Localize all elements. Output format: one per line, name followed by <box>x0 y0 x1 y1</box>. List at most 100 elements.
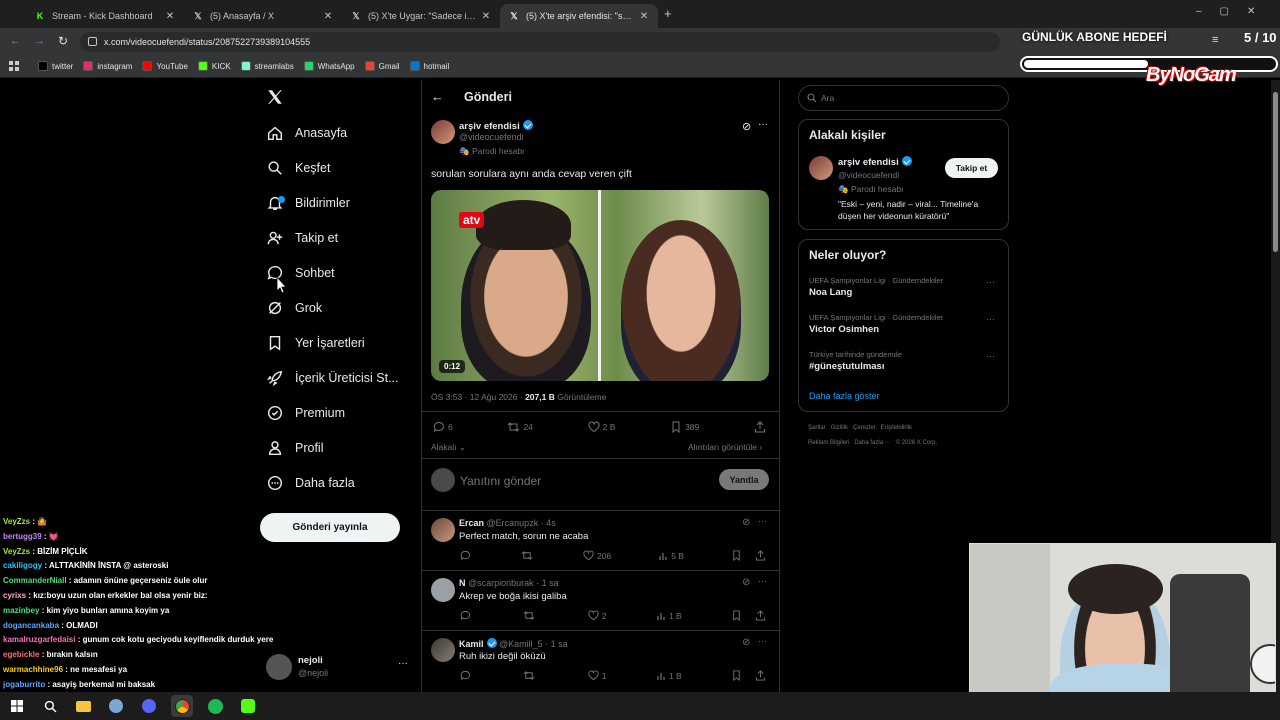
repost-icon[interactable] <box>523 670 538 681</box>
views-button[interactable]: 5 B <box>658 551 684 561</box>
like-button[interactable]: 2 B <box>588 421 615 433</box>
forward-icon[interactable]: → <box>34 35 45 47</box>
trend-item[interactable]: #güneştutulması <box>809 361 885 372</box>
grok-icon[interactable]: ⊘ <box>742 577 750 588</box>
more-icon[interactable]: ··· <box>758 516 767 526</box>
share-icon[interactable] <box>755 610 766 621</box>
bookmark-button[interactable]: 389 <box>670 421 699 433</box>
close-icon[interactable]: ✕ <box>322 11 334 22</box>
reply-author[interactable]: Ercan @Ercanupzk · 4s <box>459 518 556 528</box>
chat-username[interactable]: kamalruzgarfedaisi <box>3 635 75 644</box>
new-tab-button[interactable]: + <box>664 6 672 21</box>
chat-username[interactable]: warmachhine96 <box>3 665 63 674</box>
spotify-icon[interactable] <box>204 695 226 717</box>
reply-icon[interactable] <box>460 550 474 561</box>
nav-item-profile[interactable]: Profil <box>266 433 323 463</box>
more-icon[interactable]: ··· <box>986 277 995 287</box>
nav-item-grok[interactable]: Grok <box>266 293 322 323</box>
chat-username[interactable]: cyrixs <box>3 591 26 600</box>
relevant-handle[interactable]: @videocuefendi <box>838 170 899 180</box>
views-button[interactable]: 1 B <box>656 611 682 621</box>
avatar[interactable] <box>266 654 292 680</box>
repost-icon[interactable] <box>523 610 538 621</box>
close-icon[interactable]: ✕ <box>480 11 492 22</box>
grok-icon[interactable]: ⊘ <box>742 120 751 133</box>
nav-item-follow[interactable]: Takip et <box>266 223 338 253</box>
relevant-name[interactable]: arşiv efendisi <box>838 156 912 168</box>
chat-username[interactable]: CommanderNiall <box>3 576 67 585</box>
bookmark-item[interactable]: WhatsApp <box>303 61 355 71</box>
view-quotes-link[interactable]: Alıntıları görüntüle › <box>688 442 762 452</box>
follow-button[interactable]: Takip et <box>945 158 998 178</box>
reply-submit-button[interactable]: Yanıtla <box>719 469 769 490</box>
reply-icon[interactable] <box>460 670 474 681</box>
chat-username[interactable]: egebickle <box>3 650 39 659</box>
chrome-icon[interactable] <box>171 695 193 717</box>
nav-item-premium[interactable]: Premium <box>266 398 345 428</box>
nav-item-home[interactable]: Anasayfa <box>266 118 347 148</box>
avatar[interactable] <box>431 638 455 662</box>
chat-username[interactable]: dogancankaba <box>3 621 59 630</box>
avatar[interactable] <box>431 578 455 602</box>
search-input[interactable]: Ara <box>798 85 1009 111</box>
more-icon[interactable]: ··· <box>986 314 995 324</box>
bookmark-item[interactable]: KICK <box>197 61 231 71</box>
trend-item[interactable]: Noa Lang <box>809 287 852 298</box>
address-bar[interactable]: x.com/videocuefendi/status/2087522739389… <box>80 32 1000 52</box>
file-explorer-icon[interactable] <box>72 695 94 717</box>
x-logo-icon[interactable] <box>266 88 284 106</box>
footer-links[interactable]: Reklam Bilgileri Daha fazla ··· © 2026 X… <box>808 440 937 446</box>
account-more-icon[interactable]: ··· <box>398 658 408 669</box>
back-arrow-icon[interactable]: ← <box>431 89 444 104</box>
nav-item-bell[interactable]: Bildirimler <box>266 188 350 218</box>
like-button[interactable]: 1 <box>588 670 606 681</box>
window-controls[interactable]: –▢✕ <box>1196 6 1273 17</box>
trend-item[interactable]: Victor Osimhen <box>809 324 879 335</box>
chat-username[interactable]: VeyZzs <box>3 547 30 556</box>
close-icon[interactable]: ✕ <box>164 11 176 22</box>
avatar[interactable] <box>431 518 455 542</box>
sort-dropdown[interactable]: Alakalı ⌄ <box>431 442 466 453</box>
reply-input[interactable]: Yanıtını gönder <box>460 474 541 488</box>
discord-icon[interactable] <box>138 695 160 717</box>
menu-icon[interactable]: ≡ <box>1212 34 1218 46</box>
grok-icon[interactable]: ⊘ <box>742 517 750 528</box>
video-player[interactable]: atv 0:12 <box>431 190 769 381</box>
show-more-link[interactable]: Daha fazla göster <box>809 391 880 401</box>
kick-app-icon[interactable] <box>237 695 259 717</box>
bookmark-icon[interactable] <box>731 670 742 681</box>
like-button[interactable]: 206 <box>583 550 611 561</box>
more-icon[interactable]: ··· <box>986 351 995 361</box>
reply-icon[interactable] <box>460 610 474 621</box>
bookmark-item[interactable]: Gmail <box>364 61 400 71</box>
bookmark-item[interactable]: twitter <box>38 61 73 71</box>
back-icon[interactable]: ← <box>10 35 21 47</box>
chat-username[interactable]: mazinbey <box>3 606 39 615</box>
more-icon[interactable]: ··· <box>758 119 768 130</box>
share-icon[interactable] <box>754 421 769 433</box>
share-icon[interactable] <box>755 670 766 681</box>
close-icon[interactable]: ✕ <box>638 11 650 22</box>
post-author[interactable]: arşiv efendisi <box>459 120 533 132</box>
grok-icon[interactable]: ⊘ <box>742 637 750 648</box>
bookmark-item[interactable]: hotmail <box>409 61 449 71</box>
nav-item-bookmark[interactable]: Yer İşaretleri <box>266 328 365 358</box>
reply-author[interactable]: Kamil @Kamill_5 · 1 sa <box>459 638 568 649</box>
browser-tab-active[interactable]: 𝕏(5) X'te arşiv efendisi: "sorulan s✕ <box>500 4 658 28</box>
avatar[interactable] <box>809 156 833 180</box>
reload-icon[interactable]: ↻ <box>58 34 68 48</box>
search-icon[interactable] <box>39 695 61 717</box>
nav-item-more[interactable]: Daha fazla <box>266 468 355 498</box>
site-info-icon[interactable] <box>88 37 97 46</box>
reply-author[interactable]: N @scarpionburak · 1 sa <box>459 578 559 588</box>
apps-icon[interactable] <box>9 61 19 71</box>
bookmark-icon[interactable] <box>731 550 742 561</box>
chat-username[interactable]: VeyZzs <box>3 517 30 526</box>
repost-button[interactable]: 24 <box>507 421 533 433</box>
post-handle[interactable]: @videocuefendi <box>459 132 524 142</box>
more-icon[interactable]: ··· <box>758 576 767 586</box>
nav-item-rocket[interactable]: İçerik Üreticisi St... <box>266 363 399 393</box>
share-icon[interactable] <box>755 550 766 561</box>
avatar[interactable] <box>431 120 455 144</box>
app-icon[interactable] <box>105 695 127 717</box>
